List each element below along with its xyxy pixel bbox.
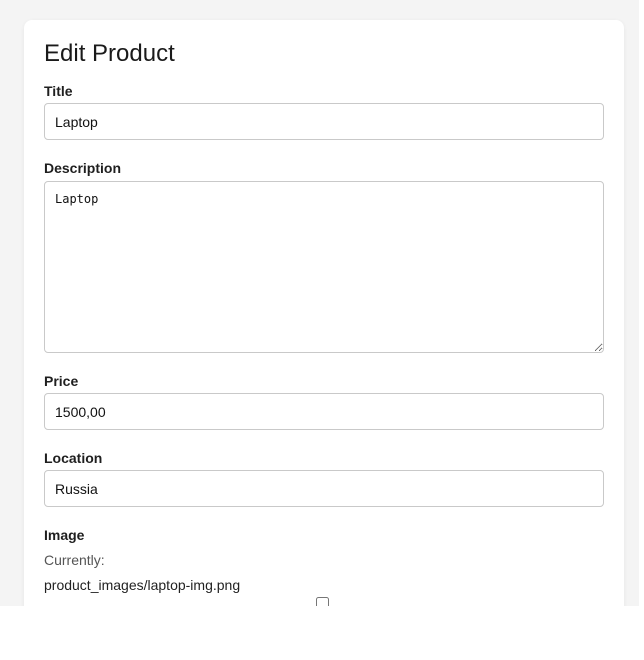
image-label: Image [44, 527, 85, 543]
edit-product-card: Edit Product Title Description Laptop Pr… [24, 20, 624, 606]
location-label: Location [44, 450, 103, 466]
location-input[interactable] [44, 470, 604, 507]
title-input[interactable] [44, 103, 604, 140]
clear-image-checkbox[interactable] [316, 597, 329, 606]
currently-label: Currently: [44, 552, 105, 568]
page-title: Edit Product [44, 40, 175, 67]
title-label: Title [44, 83, 73, 99]
page-background: Edit Product Title Description Laptop Pr… [0, 0, 639, 606]
description-textarea[interactable]: Laptop [44, 181, 604, 353]
price-input[interactable] [44, 393, 604, 430]
current-image-link[interactable]: product_images/laptop-img.png [44, 577, 240, 593]
description-label: Description [44, 160, 122, 176]
price-label: Price [44, 373, 79, 389]
